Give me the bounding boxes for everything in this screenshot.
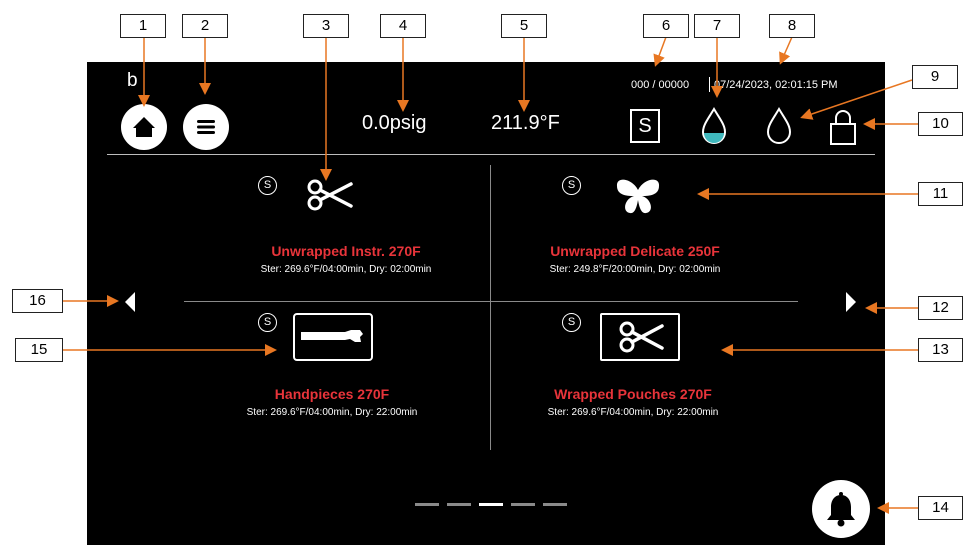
program-params: Ster: 249.8°F/20:00min, Dry: 02:00min [549,264,721,275]
s-mode-icon[interactable]: S [630,109,660,143]
program-params: Ster: 269.6°F/04:00min, Dry: 02:00min [260,264,432,275]
program-name: Handpieces 270F [274,386,390,402]
menu-button[interactable] [183,104,229,150]
program-params: Ster: 269.6°F/04:00min, Dry: 22:00min [547,407,719,418]
pressure-readout: 0.0psig [362,112,427,134]
callout-9: 9 [912,65,958,89]
datetime: 07/24/2023, 02:01:15 PM [714,79,838,91]
scissors-icon [307,179,353,211]
home-button[interactable] [121,104,167,150]
callout-3: 3 [303,14,349,38]
menu-icon [197,120,215,134]
callout-1: 1 [120,14,166,38]
grid-horizontal-divider [184,301,798,302]
callout-15: 15 [15,338,63,362]
callout-13: 13 [918,338,963,362]
s-badge: S [562,176,581,195]
grid-vertical-divider [490,165,491,450]
corner-char: b [127,70,138,91]
callout-10: 10 [918,112,963,136]
water-drop-outline-icon[interactable] [763,106,795,146]
program-name: Wrapped Pouches 270F [554,386,712,402]
temperature-readout: 211.9°F [491,112,560,134]
cycle-counter: 000 / 00000 [631,79,690,91]
device-screen: b 0.0psig 211.9°F 000 / 00000 07/24/2023… [87,62,885,545]
callout-11: 11 [918,182,963,206]
s-badge: S [258,313,277,332]
bell-icon [827,492,855,527]
s-badge: S [258,176,277,195]
program-params: Ster: 269.6°F/04:00min, Dry: 22:00min [246,407,418,418]
callout-14: 14 [918,496,963,520]
lock-icon[interactable] [829,108,857,146]
program-tile-4[interactable]: S Wrapped Pouches 270F Ster: 269.6°F/04:… [502,308,762,440]
callout-8: 8 [769,14,815,38]
home-icon [133,117,155,137]
butterfly-icon [616,179,660,214]
page-dot[interactable] [415,503,439,506]
wrapped-scissors-icon [600,313,680,361]
callout-4: 4 [380,14,426,38]
page-dot[interactable] [511,503,535,506]
s-badge: S [562,313,581,332]
program-name: Unwrapped Delicate 250F [550,243,720,259]
callout-7: 7 [694,14,740,38]
page-dot[interactable] [543,503,567,506]
previous-page-arrow-icon[interactable] [122,290,138,314]
next-page-arrow-icon[interactable] [843,290,859,314]
program-tile-2[interactable]: S Unwrapped Delicate 250F Ster: 249.8°F/… [502,162,762,294]
callout-6: 6 [643,14,689,38]
program-tile-1[interactable]: S Unwrapped Instr. 270F Ster: 269.6°F/04… [217,162,477,294]
program-tile-3[interactable]: S Handpieces 270F Ster: 269.6°F/04:00min… [217,308,477,440]
water-drop-filled-icon[interactable] [698,106,730,146]
alarm-button[interactable] [812,480,870,538]
header-separator [709,77,710,92]
callout-2: 2 [182,14,228,38]
header-divider [107,154,875,155]
callout-12: 12 [918,296,963,320]
mode-letter: S [638,115,652,137]
page-dot[interactable] [447,503,471,506]
callout-5: 5 [501,14,547,38]
handpiece-icon [293,313,373,361]
page-dot-active[interactable] [479,503,503,506]
callout-16: 16 [12,289,63,313]
program-name: Unwrapped Instr. 270F [271,243,421,259]
